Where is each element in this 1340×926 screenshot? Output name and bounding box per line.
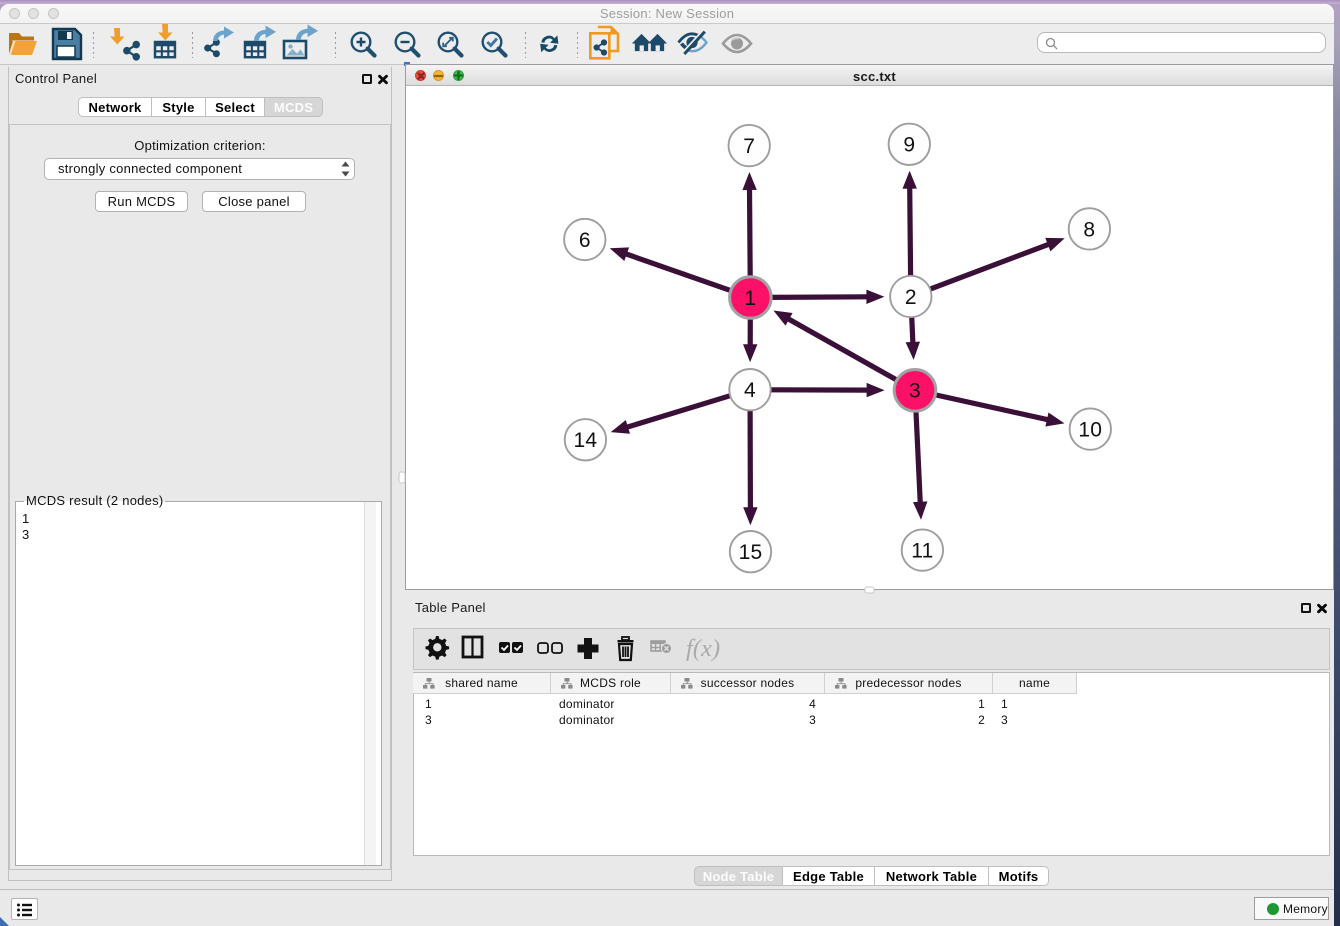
svg-text:f(x): f(x) [686,636,720,662]
